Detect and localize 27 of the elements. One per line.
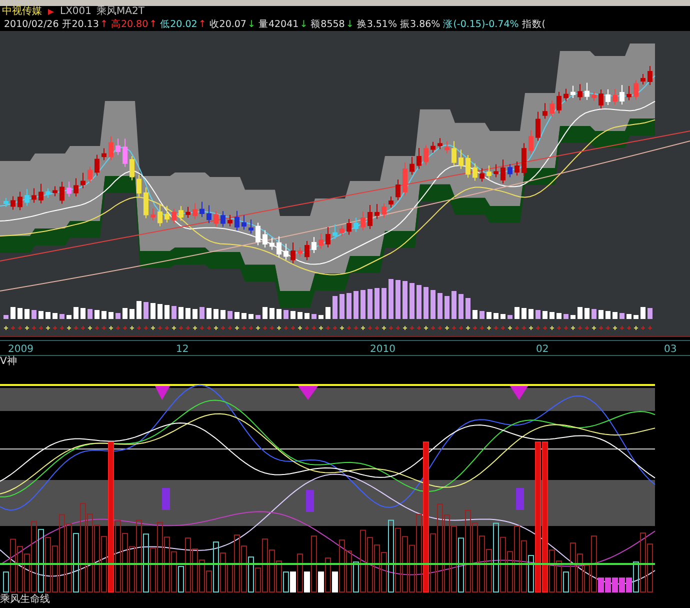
quote-value: 高20.80 — [110, 18, 148, 31]
trend-arrow: ↑ — [100, 18, 108, 31]
quote-value: 量42041 — [258, 18, 299, 31]
formula-name: 乘风MA2T — [96, 6, 144, 18]
trend-arrow: ↓ — [247, 18, 256, 31]
quote-value: 换3.51% — [356, 18, 397, 31]
quote-value: 2010/02/26 — [4, 18, 59, 31]
axis-label: 2010 — [370, 344, 396, 355]
quote-value: 开20.13 — [62, 18, 99, 31]
footer-title: 乘风生命线 — [0, 594, 50, 606]
quote-value: 低20.02 — [160, 18, 198, 31]
trend-arrow: ↓ — [300, 18, 308, 31]
stock-name: 中视传媒 — [2, 6, 42, 18]
axis-label: 2009 — [8, 344, 34, 355]
quote-value: 涨(-0.15)-0.74% — [443, 18, 519, 31]
trend-arrow: ↑ — [198, 18, 206, 31]
indicator-title: V神 — [0, 356, 17, 368]
axis-label: 12 — [176, 344, 189, 355]
trend-arrow: ↑ — [149, 18, 158, 31]
quote-value: 额8558 — [310, 18, 345, 31]
axis-label: 03 — [664, 344, 677, 355]
quote-value: 指数( — [522, 18, 546, 31]
quote-value: 振3.86% — [400, 18, 440, 31]
axis-label: 02 — [536, 344, 549, 355]
quote-value: 收20.07 — [209, 18, 246, 31]
formula-code: LX001 — [60, 6, 92, 18]
trend-arrow: ↓ — [346, 18, 354, 31]
